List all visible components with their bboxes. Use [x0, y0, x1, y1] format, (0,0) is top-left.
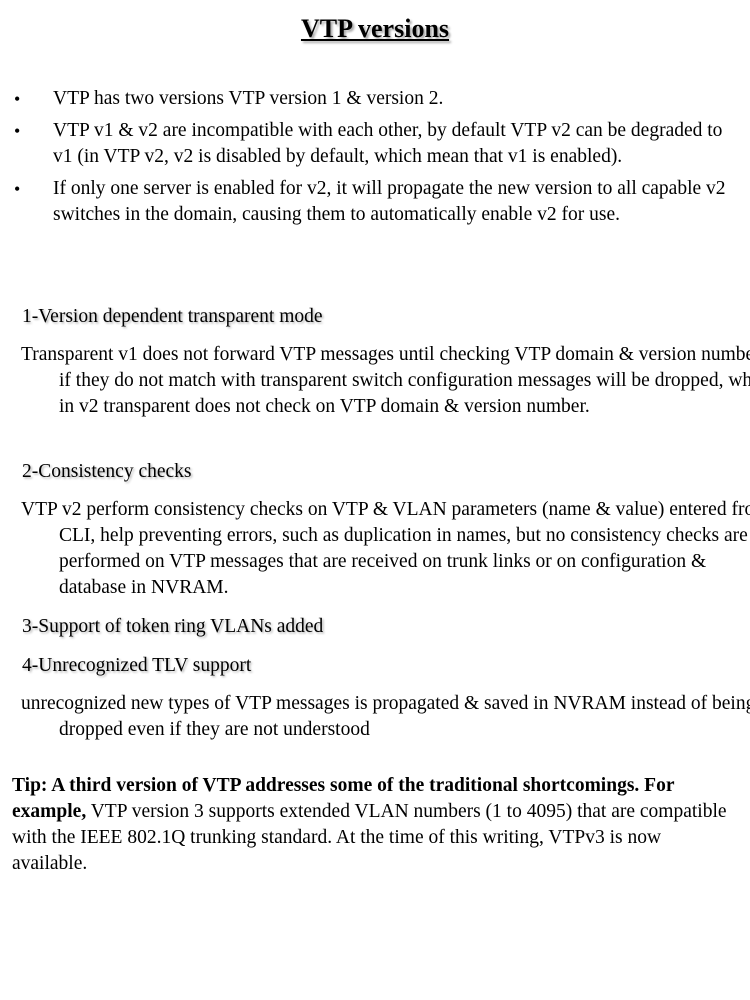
section-heading-tlv-support: 4-Unrecognized TLV support — [22, 655, 252, 676]
bullet-list: • VTP has two versions VTP version 1 & v… — [14, 86, 734, 234]
bullet-icon: • — [14, 89, 21, 109]
tip-text: VTP version 3 supports extended VLAN num… — [12, 801, 727, 874]
section-body-transparent-mode: Transparent v1 does not forward VTP mess… — [21, 344, 750, 417]
section-body-tlv-support: unrecognized new types of VTP messages i… — [21, 693, 750, 740]
bullet-icon: • — [14, 179, 21, 199]
tip-paragraph: Tip: A third version of VTP addresses so… — [12, 773, 737, 877]
bullet-item: • If only one server is enabled for v2, … — [14, 176, 734, 228]
section-heading-token-ring: 3-Support of token ring VLANs added — [22, 616, 324, 637]
section-body-consistency-checks: VTP v2 perform consistency checks on VTP… — [21, 499, 750, 598]
bullet-icon: • — [14, 121, 21, 141]
section-heading-consistency-checks: 2-Consistency checks — [22, 461, 192, 482]
bullet-text: VTP v1 & v2 are incompatible with each o… — [53, 120, 723, 167]
section-heading-transparent-mode: 1-Version dependent transparent mode — [22, 306, 323, 327]
bullet-item: • VTP v1 & v2 are incompatible with each… — [14, 118, 734, 170]
page-title: VTP versions — [300, 14, 450, 43]
bullet-text: If only one server is enabled for v2, it… — [53, 178, 726, 225]
bullet-text: VTP has two versions VTP version 1 & ver… — [53, 88, 444, 109]
bullet-item: • VTP has two versions VTP version 1 & v… — [14, 86, 734, 112]
